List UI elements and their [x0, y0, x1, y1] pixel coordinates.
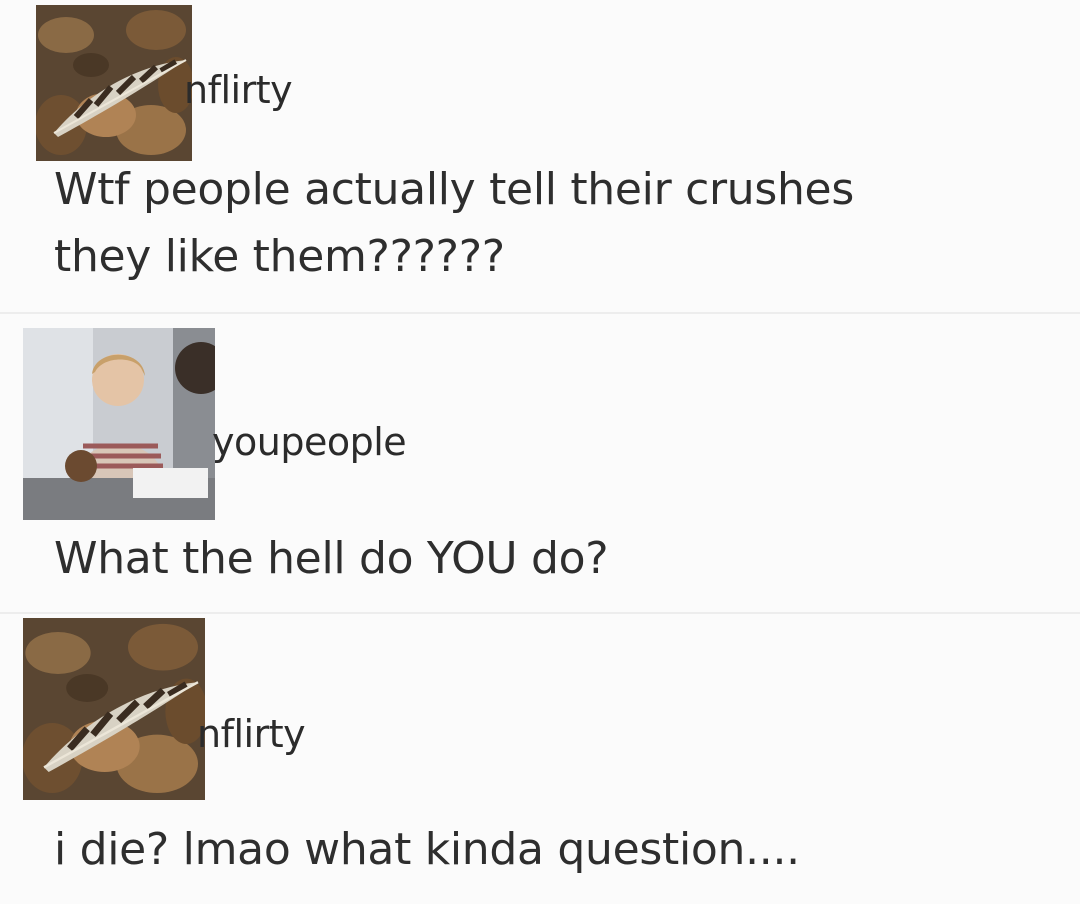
username[interactable]: youpeople: [212, 420, 407, 464]
comment-message: Wtf people actually tell their crushes t…: [54, 164, 854, 282]
username[interactable]: nflirty: [197, 712, 306, 756]
comment-message: i die? lmao what kinda question....: [54, 824, 800, 875]
person-photo-avatar-icon[interactable]: [23, 328, 215, 520]
comment-divider: [0, 312, 1080, 314]
feather-leaves-avatar-icon[interactable]: [23, 618, 205, 800]
comment-thread: nflirty Wtf people actually tell their c…: [0, 0, 1080, 904]
username[interactable]: nflirty: [184, 68, 293, 112]
feather-leaves-avatar-icon[interactable]: [36, 5, 192, 161]
comment-message: What the hell do YOU do?: [54, 533, 609, 584]
comment-divider: [0, 612, 1080, 614]
